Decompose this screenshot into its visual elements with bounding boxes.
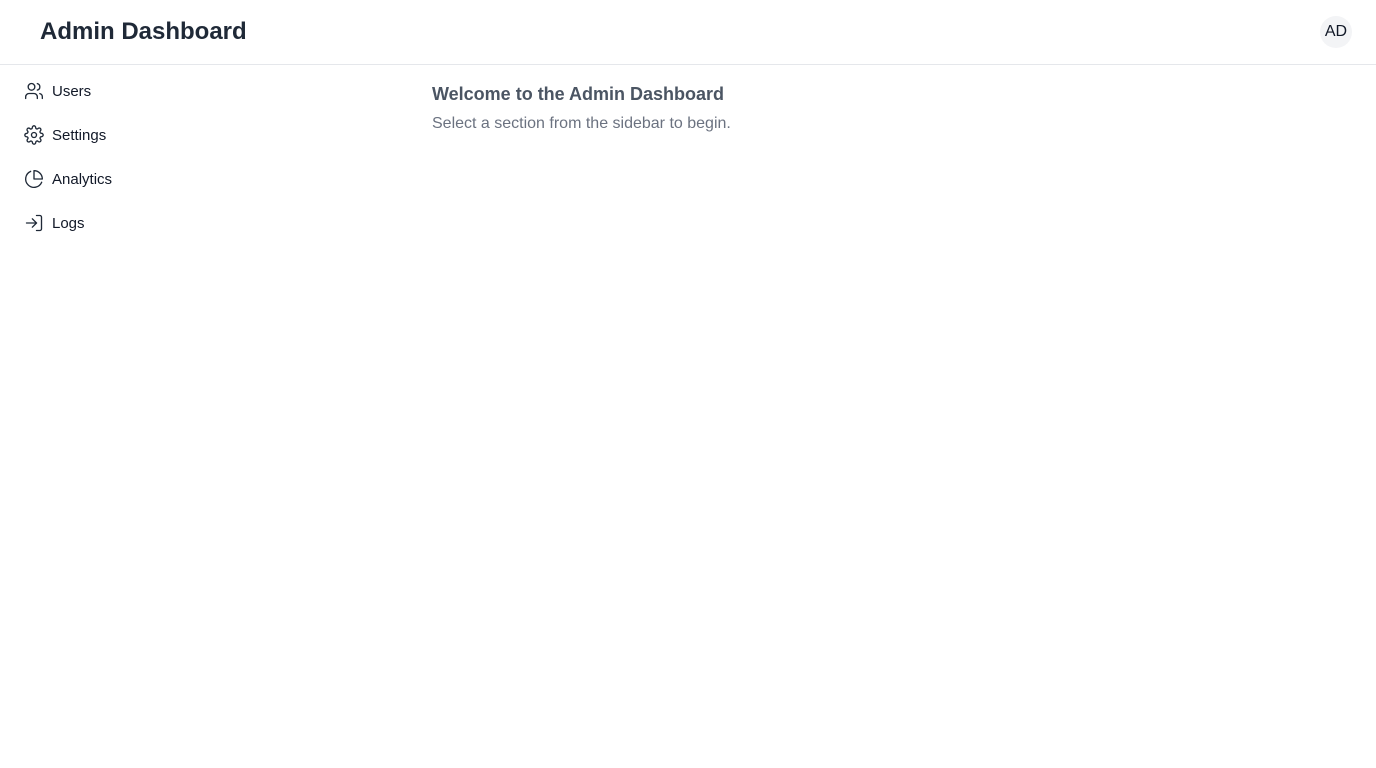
user-avatar[interactable]: AD (1320, 16, 1352, 48)
sidebar-item-label: Analytics (52, 170, 113, 188)
sidebar-item-logs[interactable]: Logs (24, 211, 85, 235)
header-bar: Admin Dashboard AD (0, 0, 1376, 65)
sidebar-item-settings[interactable]: Settings (24, 123, 106, 147)
app-title: Admin Dashboard (40, 18, 247, 45)
sidebar-item-label: Settings (52, 126, 107, 144)
sidebar-item-label: Logs (52, 214, 85, 232)
sidebar-item-label: Users (52, 82, 92, 100)
sidebar-item-analytics[interactable]: Analytics (24, 167, 112, 191)
gear-icon (24, 125, 44, 145)
sidebar-item-users[interactable]: Users (24, 79, 91, 103)
log-in-icon (24, 213, 44, 233)
sidebar: Users Settings Analytics Logs (0, 65, 400, 768)
welcome-subtitle: Select a section from the sidebar to beg… (432, 115, 731, 132)
main-content: Welcome to the Admin Dashboard Select a … (432, 80, 1332, 136)
welcome-heading: Welcome to the Admin Dashboard (432, 84, 725, 104)
pie-chart-icon (24, 169, 44, 189)
users-icon (24, 81, 44, 101)
